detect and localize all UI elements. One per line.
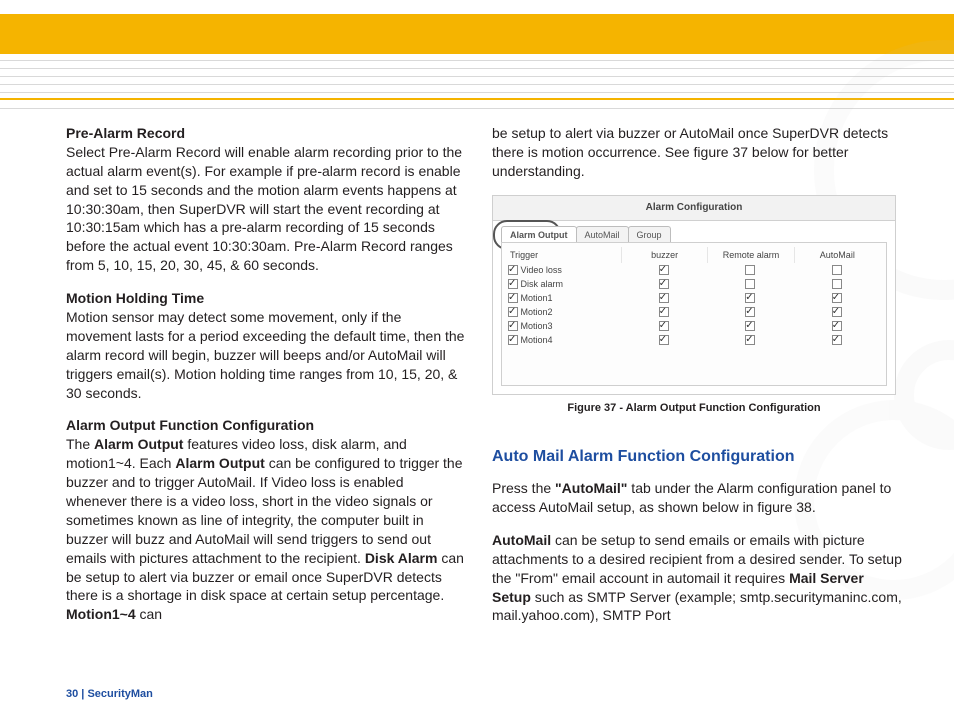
heading-pre-alarm: Pre-Alarm Record <box>66 125 185 141</box>
figure-tab-content: Trigger buzzer Remote alarm AutoMail Vid… <box>501 242 887 386</box>
row-cell <box>794 306 881 318</box>
figure-window-title: Alarm Configuration <box>493 196 895 221</box>
row-cell <box>707 334 794 346</box>
checkbox-icon[interactable] <box>659 321 669 331</box>
row-trigger-name: Motion4 <box>508 334 620 346</box>
checkbox-icon[interactable] <box>745 279 755 289</box>
page: Pre-Alarm Record Select Pre-Alarm Record… <box>0 0 954 716</box>
row-cell <box>794 320 881 332</box>
checkbox-icon[interactable] <box>659 335 669 345</box>
row-cell <box>794 278 881 290</box>
row-cell <box>707 278 794 290</box>
left-column: Pre-Alarm Record Select Pre-Alarm Record… <box>66 124 468 638</box>
checkbox-icon[interactable] <box>745 321 755 331</box>
figure-tabs: Alarm Output AutoMail Group <box>501 226 670 243</box>
col-remote-alarm: Remote alarm <box>708 247 794 263</box>
table-row: Motion3 <box>508 319 880 333</box>
row-cell <box>707 320 794 332</box>
col-automail: AutoMail <box>795 247 880 263</box>
text: Press the <box>492 480 555 496</box>
table-rows: Video loss Disk alarm Motion1 Motion2 Mo… <box>508 263 880 347</box>
figure-window: Alarm Configuration Alarm Output AutoMai… <box>492 195 896 395</box>
row-cell <box>620 306 707 318</box>
row-cell <box>794 264 881 276</box>
figure-caption: Figure 37 - Alarm Output Function Config… <box>492 401 896 416</box>
table-row: Motion4 <box>508 333 880 347</box>
row-cell <box>620 264 707 276</box>
checkbox-icon[interactable] <box>508 279 518 289</box>
text: The <box>66 436 94 452</box>
section-motion-holding: Motion Holding Time Motion sensor may de… <box>66 289 468 402</box>
row-cell <box>620 320 707 332</box>
heading-motion-holding: Motion Holding Time <box>66 290 204 306</box>
col-trigger: Trigger <box>508 247 622 263</box>
bold-automail: AutoMail <box>492 532 551 548</box>
checkbox-icon[interactable] <box>832 307 842 317</box>
row-cell <box>794 334 881 346</box>
row-cell <box>707 306 794 318</box>
row-cell <box>707 264 794 276</box>
checkbox-icon[interactable] <box>508 293 518 303</box>
text-pre-alarm: Select Pre-Alarm Record will enable alar… <box>66 144 462 273</box>
checkbox-icon[interactable] <box>832 321 842 331</box>
tab-group[interactable]: Group <box>628 226 671 243</box>
row-cell <box>620 334 707 346</box>
row-trigger-name: Motion1 <box>508 292 620 304</box>
table-headers: Trigger buzzer Remote alarm AutoMail <box>508 247 880 263</box>
checkbox-icon[interactable] <box>745 307 755 317</box>
checkbox-icon[interactable] <box>745 265 755 275</box>
checkbox-icon[interactable] <box>659 279 669 289</box>
page-number: 30 <box>66 688 78 700</box>
section-pre-alarm: Pre-Alarm Record Select Pre-Alarm Record… <box>66 124 468 275</box>
footer-brand: SecurityMan <box>87 688 152 700</box>
footer: 30 | SecurityMan <box>66 687 153 702</box>
checkbox-icon[interactable] <box>508 265 518 275</box>
checkbox-icon[interactable] <box>832 293 842 303</box>
row-cell <box>794 292 881 304</box>
section-title-automail: Auto Mail Alarm Function Configuration <box>492 446 904 468</box>
table-row: Disk alarm <box>508 277 880 291</box>
checkbox-icon[interactable] <box>508 335 518 345</box>
checkbox-icon[interactable] <box>659 307 669 317</box>
content-area: Pre-Alarm Record Select Pre-Alarm Record… <box>66 124 904 676</box>
text: can <box>136 606 162 622</box>
tab-automail[interactable]: AutoMail <box>576 226 629 243</box>
col-buzzer: buzzer <box>622 247 708 263</box>
section-alarm-output: Alarm Output Function Configuration The … <box>66 416 468 624</box>
automail-p2: AutoMail can be setup to send emails or … <box>492 531 904 625</box>
bold-motion: Motion1~4 <box>66 606 136 622</box>
row-cell <box>620 278 707 290</box>
row-trigger-name: Motion3 <box>508 320 620 332</box>
checkbox-icon[interactable] <box>508 321 518 331</box>
checkbox-icon[interactable] <box>832 265 842 275</box>
text: such as SMTP Server (example; smtp.secur… <box>492 589 902 624</box>
checkbox-icon[interactable] <box>745 335 755 345</box>
text-continuation: be setup to alert via buzzer or AutoMail… <box>492 124 904 181</box>
table-row: Video loss <box>508 263 880 277</box>
text-motion-holding: Motion sensor may detect some movement, … <box>66 309 464 401</box>
row-cell <box>707 292 794 304</box>
bold-automail: "AutoMail" <box>555 480 627 496</box>
checkbox-icon[interactable] <box>659 265 669 275</box>
table-row: Motion1 <box>508 291 880 305</box>
row-cell <box>620 292 707 304</box>
row-trigger-name: Disk alarm <box>508 278 620 290</box>
row-trigger-name: Motion2 <box>508 306 620 318</box>
automail-p1: Press the "AutoMail" tab under the Alarm… <box>492 479 904 517</box>
right-column: be setup to alert via buzzer or AutoMail… <box>492 124 904 639</box>
bold-disk-alarm: Disk Alarm <box>365 550 438 566</box>
figure-37: Alarm Configuration Alarm Output AutoMai… <box>492 195 896 416</box>
checkbox-icon[interactable] <box>832 279 842 289</box>
checkbox-icon[interactable] <box>745 293 755 303</box>
table-row: Motion2 <box>508 305 880 319</box>
checkbox-icon[interactable] <box>659 293 669 303</box>
bold-alarm-output: Alarm Output <box>94 436 183 452</box>
heading-alarm-output: Alarm Output Function Configuration <box>66 417 314 433</box>
bold-alarm-output: Alarm Output <box>175 455 264 471</box>
tab-alarm-output[interactable]: Alarm Output <box>501 226 577 243</box>
row-trigger-name: Video loss <box>508 264 620 276</box>
checkbox-icon[interactable] <box>508 307 518 317</box>
checkbox-icon[interactable] <box>832 335 842 345</box>
